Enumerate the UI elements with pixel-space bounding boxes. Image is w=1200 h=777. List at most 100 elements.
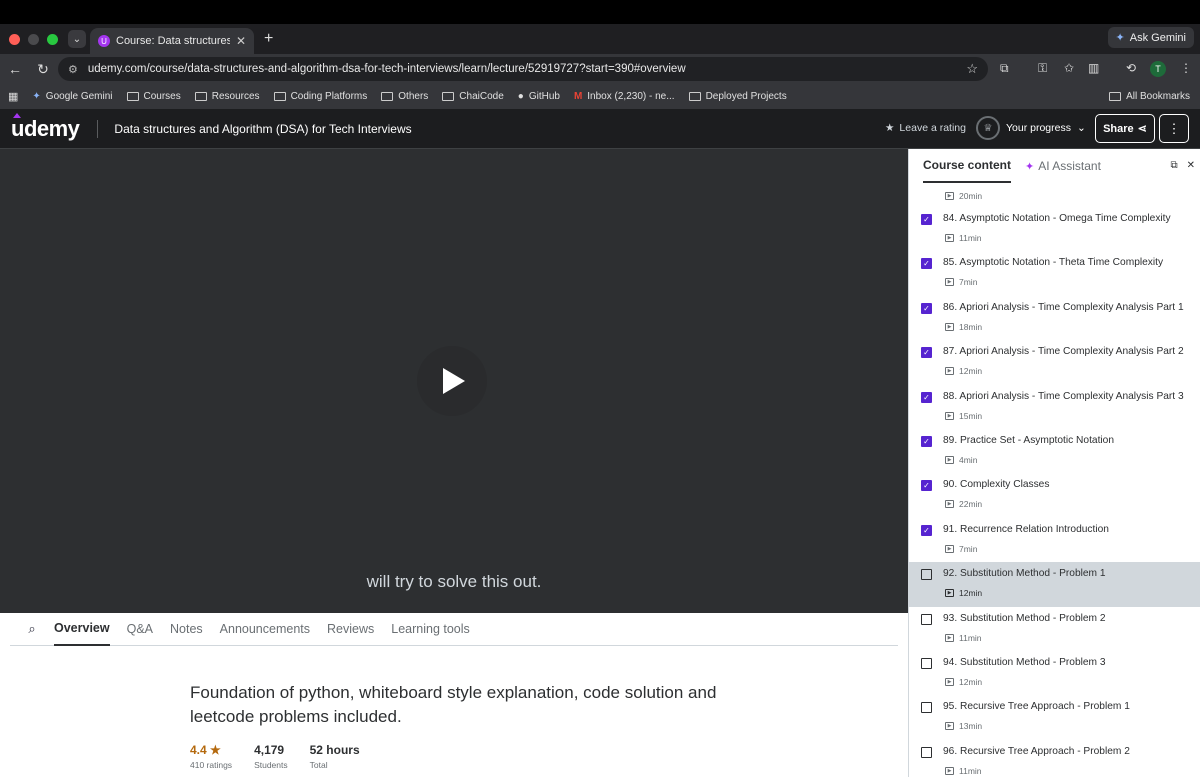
bookmark-others[interactable]: Others <box>381 91 428 102</box>
duration-text: 18min <box>959 321 983 332</box>
bookmark-deployed-projects[interactable]: Deployed Projects <box>688 91 787 102</box>
browser-menu-icon[interactable]: ⋮ <box>1180 61 1192 75</box>
new-tab-plus-icon[interactable]: + <box>264 30 273 48</box>
close-sidebar-icon[interactable]: ✕ <box>1187 160 1195 171</box>
list-item[interactable]: 95. Recursive Tree Approach - Problem 1 ▶… <box>909 695 1200 739</box>
list-item[interactable]: ✓ 85. Asymptotic Notation - Theta Time Co… <box>909 251 1200 295</box>
bookmark-label: ChaiCode <box>459 91 504 102</box>
tab-course-content[interactable]: Course content <box>923 149 1012 183</box>
tab-ai-assistant[interactable]: ✦ AI Assistant <box>1025 149 1101 183</box>
lecture-checkbox[interactable] <box>921 702 932 714</box>
students-value: 4,179 <box>254 743 285 757</box>
list-item[interactable]: ✓ 91. Recurrence Relation Introduction ▶ 7m… <box>909 518 1200 562</box>
lecture-checkbox[interactable]: ✓ <box>921 524 932 536</box>
bookmarks-bar: ▦ ✦ Google Gemini Courses Resources Codin… <box>0 84 1200 109</box>
list-item[interactable]: ✓ 84. Asymptotic Notation - Omega Time Co… <box>909 207 1200 251</box>
tab-announcements[interactable]: Announcements <box>220 613 310 646</box>
lecture-duration: ▶ 13min <box>945 721 982 731</box>
lecture-checkbox[interactable] <box>921 613 932 625</box>
apps-grid-icon[interactable]: ▦ <box>8 90 18 103</box>
video-icon: ▶ <box>945 278 954 287</box>
progress-label: Your progress <box>1006 122 1071 134</box>
ai-sparkle-icon: ✦ <box>1025 160 1035 173</box>
search-icon[interactable]: ⌕ <box>10 621 54 637</box>
share-button[interactable]: Share ⋖ <box>1095 114 1155 143</box>
list-item[interactable]: ✓ 88. Apriori Analysis - Time Complexity … <box>909 385 1200 429</box>
site-settings-icon[interactable]: ⚙ <box>68 63 78 76</box>
tab-reviews[interactable]: Reviews <box>327 613 374 646</box>
lecture-checkbox[interactable]: ✓ <box>921 302 932 314</box>
duration-text: 11min <box>959 765 982 776</box>
list-item[interactable]: 94. Substitution Method - Problem 3 ▶ 12mi… <box>909 651 1200 695</box>
lecture-checkbox[interactable]: ✓ <box>921 435 932 447</box>
tab-search-chevron-icon[interactable]: ⌄ <box>68 30 86 48</box>
back-arrow-icon[interactable]: ← <box>2 61 28 77</box>
list-item[interactable]: ✓ 86. Apriori Analysis - Time Complexity … <box>909 296 1200 340</box>
bookmark-chaicode[interactable]: ChaiCode <box>442 91 504 102</box>
lecture-checkbox[interactable]: ✓ <box>921 391 932 403</box>
lecture-duration: ▶ 20min <box>945 191 982 201</box>
reading-mode-icon[interactable]: ▥ <box>1088 61 1099 75</box>
play-button[interactable] <box>417 346 487 416</box>
duration-text: 7min <box>959 543 978 554</box>
list-item[interactable]: ✓ 90. Complexity Classes ▶ 22min <box>909 473 1200 517</box>
udemy-favicon-icon: U <box>98 35 110 47</box>
bookmark-github[interactable]: ● GitHub <box>518 91 560 102</box>
lecture-checkbox[interactable] <box>921 569 932 581</box>
address-bar[interactable]: ⚙ udemy.com/course/data-structures-and-a… <box>58 57 988 81</box>
duration-text: 22min <box>959 499 983 510</box>
tab-overview[interactable]: Overview <box>54 613 110 646</box>
lecture-duration: ▶ 18min <box>945 322 982 332</box>
list-item[interactable]: 93. Substitution Method - Problem 2 ▶ 11mi… <box>909 607 1200 651</box>
profile-avatar[interactable]: T <box>1150 61 1166 77</box>
extensions-puzzle-icon[interactable]: ⧉ <box>1000 61 1009 76</box>
udemy-logo[interactable]: udemy <box>11 112 80 142</box>
lecture-duration: ▶ 7min <box>945 277 977 287</box>
password-key-icon[interactable]: ⚿ <box>1038 61 1047 76</box>
video-icon: ▶ <box>945 722 954 731</box>
browser-tab[interactable]: U Course: Data structures and A ✕ <box>90 28 254 54</box>
bookmark-resources[interactable]: Resources <box>194 91 260 102</box>
more-options-button[interactable]: ⋮ <box>1159 114 1189 143</box>
extension-icon[interactable]: ⟲ <box>1126 61 1136 75</box>
lecture-checkbox[interactable]: ✓ <box>921 258 932 270</box>
tab-notes[interactable]: Notes <box>170 613 203 646</box>
maximize-window-button[interactable] <box>47 33 58 45</box>
list-item[interactable]: 96. Recursive Tree Approach - Problem 2 ▶… <box>909 740 1200 777</box>
your-progress-button[interactable]: ♕ Your progress ⌄ <box>976 116 1086 140</box>
ask-gemini-button[interactable]: ✦ Ask Gemini <box>1107 27 1194 48</box>
expand-panel-icon[interactable]: ⧉ <box>1170 160 1177 171</box>
bookmark-star-icon[interactable]: ☆ <box>966 61 978 77</box>
tab-qa[interactable]: Q&A <box>127 613 153 646</box>
minimize-window-button[interactable] <box>28 33 39 45</box>
lecture-checkbox[interactable]: ✓ <box>921 214 932 225</box>
bookmark-coding-platforms[interactable]: Coding Platforms <box>273 91 367 102</box>
students-label: Students <box>254 760 288 770</box>
close-tab-icon[interactable]: ✕ <box>236 34 246 48</box>
bookmark-google-gemini[interactable]: ✦ Google Gemini <box>32 91 112 102</box>
reload-icon[interactable]: ↻ <box>30 61 56 78</box>
lecture-duration: ▶ 12min <box>945 677 982 687</box>
close-window-button[interactable] <box>9 33 20 45</box>
bookmark-courses[interactable]: Courses <box>126 91 181 102</box>
list-item[interactable]: ✓ 87. Apriori Analysis - Time Complexity … <box>909 340 1200 384</box>
list-item-previous-partial[interactable]: ▶ 20min <box>909 183 1200 207</box>
duration-text: 7min <box>959 277 978 288</box>
list-item[interactable]: ✓ 89. Practice Set - Asymptotic Notation ▶… <box>909 429 1200 473</box>
lecture-duration: ▶ 4min <box>945 455 977 465</box>
lecture-checkbox[interactable] <box>921 657 932 669</box>
lecture-checkbox[interactable]: ✓ <box>921 347 932 359</box>
duration-text: 12min <box>959 366 983 377</box>
url-text[interactable]: udemy.com/course/data-structures-and-alg… <box>88 63 966 75</box>
bookmarks-star-list-icon[interactable]: ✩ <box>1064 61 1074 75</box>
tab-learning-tools[interactable]: Learning tools <box>391 613 470 646</box>
all-bookmarks-button[interactable]: All Bookmarks <box>1109 91 1190 102</box>
leave-rating-button[interactable]: ★ Leave a rating <box>885 122 966 134</box>
list-item[interactable]: 92. Substitution Method - Problem 1 ▶ 12mi… <box>909 562 1200 607</box>
lecture-checkbox[interactable] <box>921 746 932 758</box>
course-title[interactable]: Data structures and Algorithm (DSA) for … <box>114 122 411 136</box>
lecture-checkbox[interactable]: ✓ <box>921 480 932 492</box>
lecture-title: 88. Apriori Analysis - Time Complexity A… <box>943 390 1184 402</box>
lecture-title: 96. Recursive Tree Approach - Problem 2 <box>943 745 1130 757</box>
bookmark-inbox[interactable]: M Inbox (2,230) - ne... <box>574 91 675 102</box>
